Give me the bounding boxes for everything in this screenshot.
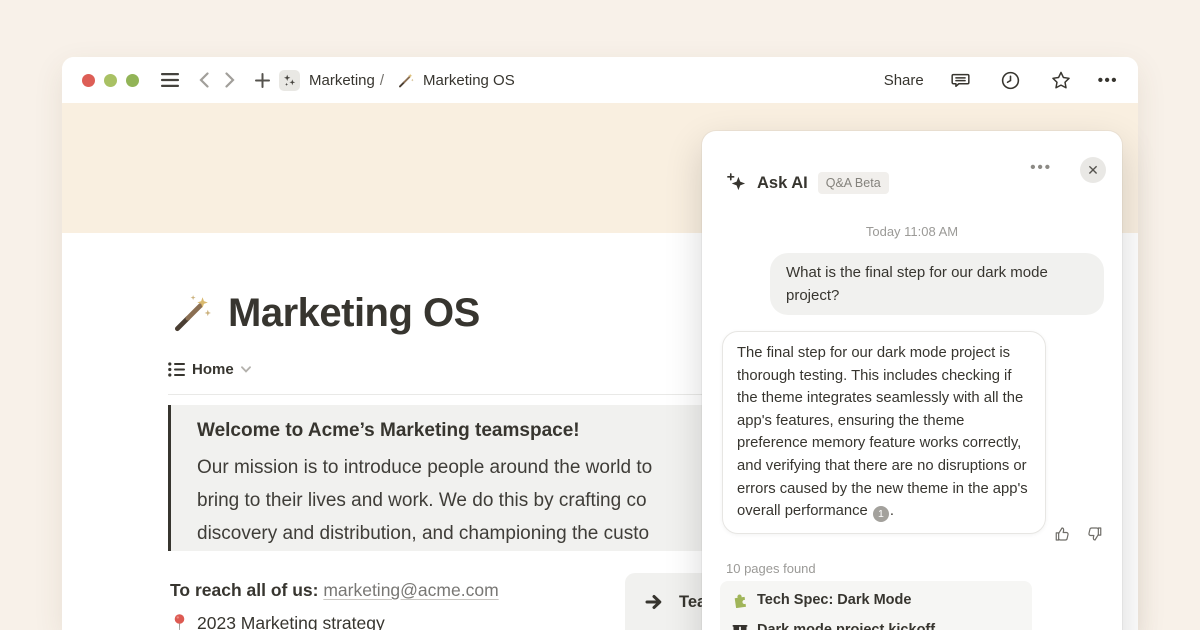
pinned-page-link[interactable]: 2023 Marketing strategy — [172, 613, 385, 630]
ai-message-period: . — [890, 503, 894, 519]
pinned-page-title: 2023 Marketing strategy — [197, 613, 385, 630]
toolbar: Marketing / Marketing OS Share ••• — [62, 57, 1138, 103]
thumbs-up-icon[interactable] — [1054, 525, 1072, 543]
pushpin-icon — [172, 614, 187, 630]
panel-close-icon[interactable]: ✕ — [1080, 157, 1106, 183]
user-message-bubble: What is the final step for our dark mode… — [770, 253, 1104, 315]
ai-message-text: The final step for our dark mode project… — [737, 345, 1028, 519]
user-message-text: What is the final step for our dark mode… — [786, 264, 1048, 304]
sunglasses-icon — [732, 622, 748, 630]
pages-found-label: 10 pages found — [726, 561, 816, 576]
ask-ai-title: Ask AI — [757, 174, 808, 193]
contact-line: To reach all of us: marketing@acme.com — [170, 580, 499, 601]
page-result-title: Dark mode project kickoff — [757, 622, 935, 630]
arrow-right-icon — [645, 593, 665, 611]
ask-ai-header: Ask AI Q&A Beta — [726, 172, 889, 194]
new-page-icon[interactable] — [249, 66, 275, 94]
ai-sparkle-chip-icon — [279, 70, 300, 91]
wand-title-icon[interactable] — [170, 293, 212, 335]
page-title-text: Marketing OS — [228, 291, 480, 336]
tab-home[interactable]: Home — [168, 361, 251, 378]
back-icon[interactable] — [191, 66, 217, 94]
minimize-window-button[interactable] — [104, 74, 117, 87]
share-button[interactable]: Share — [884, 72, 924, 89]
updates-clock-icon[interactable] — [998, 66, 1024, 94]
favorite-star-icon[interactable] — [1048, 66, 1074, 94]
ai-sparkle-icon — [726, 173, 747, 194]
tab-home-label: Home — [192, 361, 234, 378]
chat-timestamp: Today 11:08 AM — [702, 224, 1122, 239]
thumbs-down-icon[interactable] — [1085, 525, 1103, 543]
pages-found-list: Tech Spec: Dark Mode Dark mode project k… — [720, 581, 1032, 630]
breadcrumb-page[interactable]: Marketing OS — [423, 72, 515, 89]
page-result-row[interactable]: Dark mode project kickoff — [726, 615, 1026, 630]
contact-email-link[interactable]: marketing@acme.com — [323, 580, 498, 600]
window-controls — [82, 74, 139, 87]
panel-more-icon[interactable]: ••• — [1030, 159, 1052, 176]
close-window-button[interactable] — [82, 74, 95, 87]
ai-message-bubble: The final step for our dark mode project… — [722, 331, 1046, 534]
breadcrumb-teamspace[interactable]: Marketing — [309, 72, 375, 89]
puzzle-icon — [732, 592, 748, 608]
qa-beta-badge: Q&A Beta — [818, 172, 889, 194]
page-title: Marketing OS — [170, 291, 480, 336]
breadcrumb-separator: / — [380, 72, 384, 89]
chevron-down-icon — [241, 366, 251, 373]
contact-label: To reach all of us: — [170, 580, 318, 600]
ask-ai-panel: Ask AI Q&A Beta ••• ✕ Today 11:08 AM Wha… — [702, 131, 1122, 630]
zoom-window-button[interactable] — [126, 74, 139, 87]
citation-badge[interactable]: 1 — [873, 506, 889, 522]
toolbar-more-icon[interactable]: ••• — [1098, 72, 1118, 89]
comments-icon[interactable] — [948, 66, 974, 94]
feedback-buttons — [1054, 525, 1103, 543]
forward-icon[interactable] — [217, 66, 243, 94]
sidebar-menu-icon[interactable] — [157, 66, 183, 94]
page-result-title: Tech Spec: Dark Mode — [757, 592, 911, 608]
wand-page-icon — [392, 66, 418, 94]
page-result-row[interactable]: Tech Spec: Dark Mode — [726, 585, 1026, 615]
